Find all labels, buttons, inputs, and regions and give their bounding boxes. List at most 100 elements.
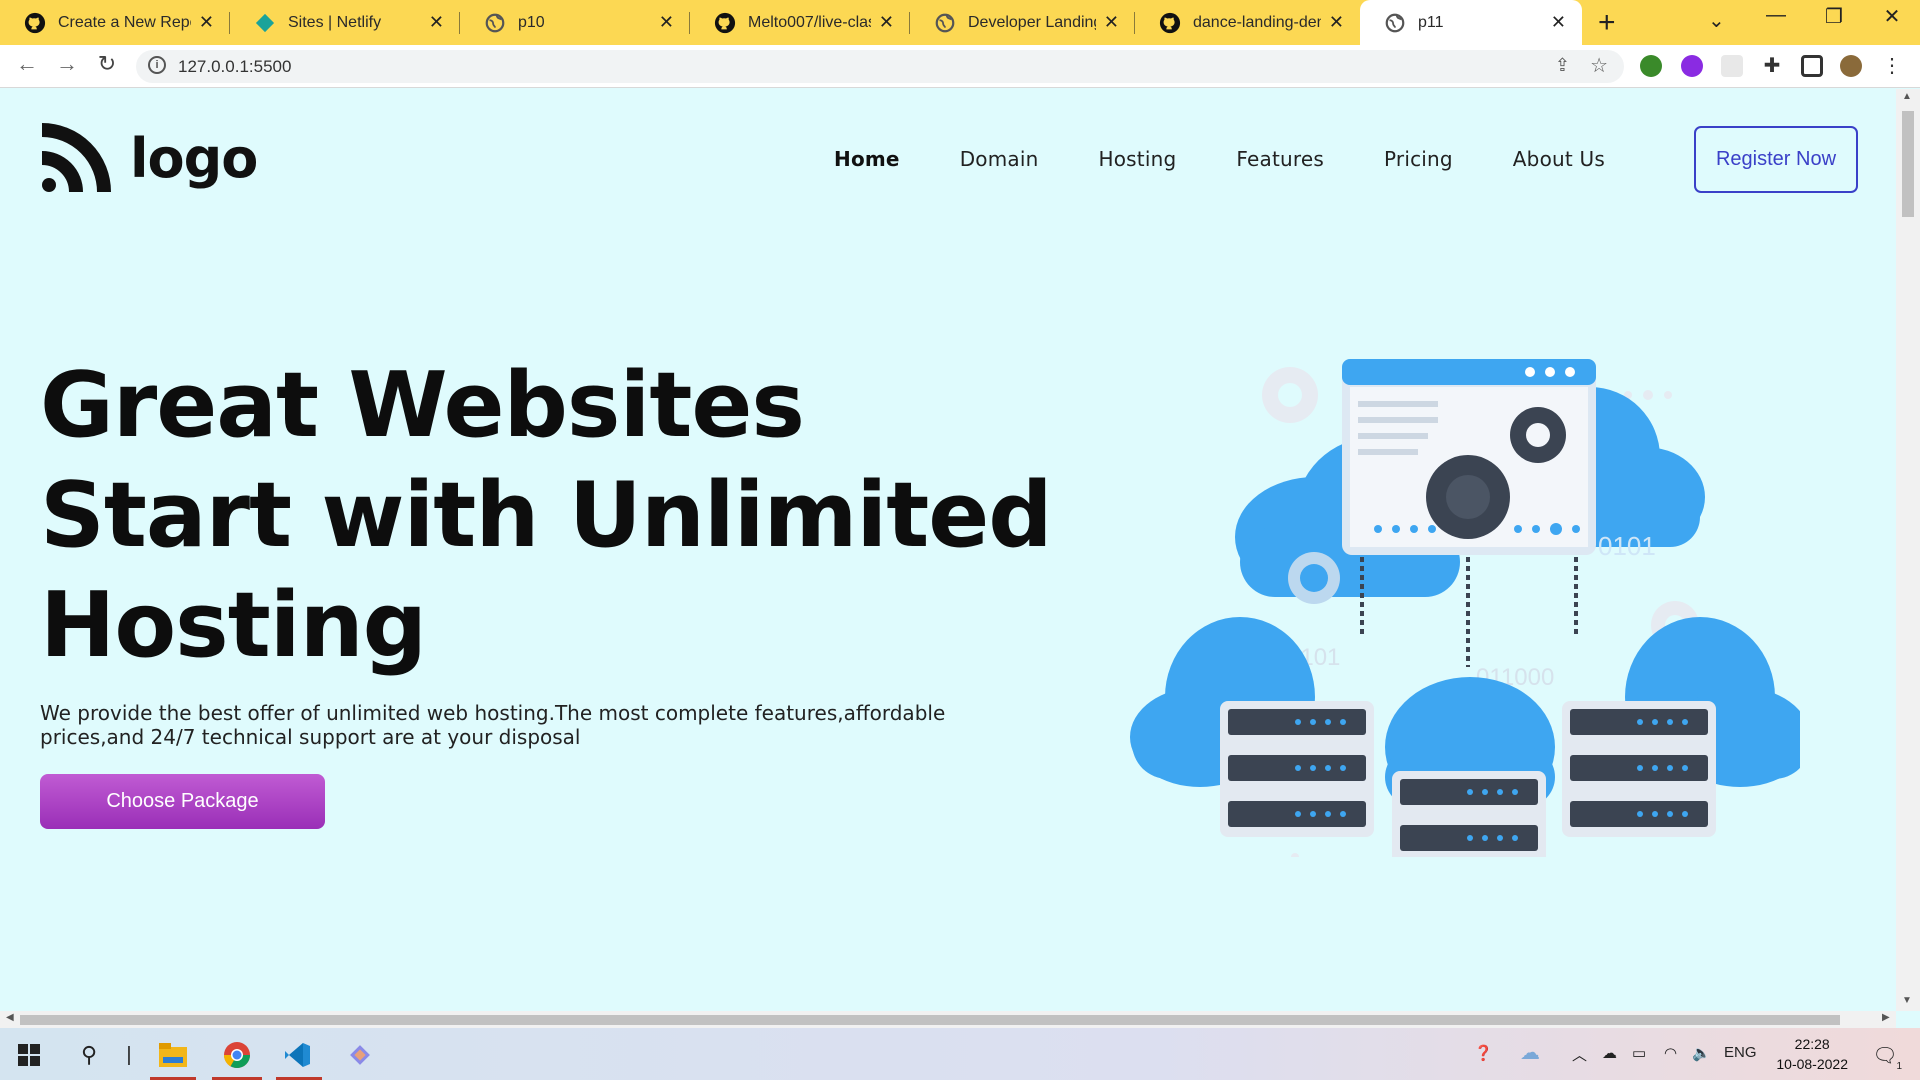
chrome-icon[interactable] bbox=[220, 1038, 254, 1072]
menu-kebab-icon[interactable]: ⋮ bbox=[1882, 55, 1904, 77]
main-nav: Home Domain Hosting Features Pricing Abo… bbox=[834, 147, 1665, 171]
nav-home[interactable]: Home bbox=[834, 147, 900, 171]
tab-developer-landing[interactable]: Developer Landing Pa ✕ bbox=[910, 0, 1135, 45]
puzzle-extensions-icon[interactable]: ✚ bbox=[1761, 55, 1783, 77]
reload-icon[interactable]: ↻ bbox=[92, 51, 122, 77]
hero-title-line: Great Websites bbox=[40, 353, 805, 458]
close-icon[interactable]: ✕ bbox=[199, 12, 214, 33]
volume-icon[interactable]: 🔈 bbox=[1692, 1044, 1711, 1062]
netlify-icon bbox=[255, 13, 275, 32]
horizontal-scrollbar[interactable]: ◀ ▶ bbox=[0, 1011, 1896, 1028]
tab-p11[interactable]: p11 ✕ bbox=[1360, 0, 1582, 45]
github-icon bbox=[1159, 12, 1181, 33]
scroll-left-icon[interactable]: ◀ bbox=[6, 1012, 14, 1023]
browser-window-graphic bbox=[1342, 359, 1596, 555]
info-icon[interactable]: i bbox=[148, 56, 166, 74]
minimize-icon[interactable]: — bbox=[1756, 4, 1796, 27]
weather-cloud-icon[interactable]: ☁ bbox=[1520, 1040, 1540, 1065]
logo-text: logo bbox=[130, 126, 258, 190]
hero-title-line: Hosting bbox=[40, 573, 427, 678]
tab-p10[interactable]: p10 ✕ bbox=[460, 0, 690, 45]
html-extension-icon[interactable] bbox=[1640, 55, 1662, 77]
scroll-right-icon[interactable]: ▶ bbox=[1882, 1012, 1890, 1023]
scrollbar-thumb[interactable] bbox=[1902, 111, 1914, 217]
globe-icon bbox=[485, 13, 505, 32]
onedrive-icon[interactable]: ☁ bbox=[1602, 1044, 1617, 1062]
chevron-down-icon[interactable]: ⌄ bbox=[1708, 8, 1725, 33]
close-icon[interactable]: ✕ bbox=[1551, 12, 1566, 33]
forward-icon[interactable]: → bbox=[52, 51, 82, 77]
close-icon[interactable]: ✕ bbox=[659, 12, 674, 33]
new-tab-icon[interactable]: + bbox=[1598, 6, 1616, 40]
close-icon[interactable]: ✕ bbox=[1104, 12, 1119, 33]
notification-count: 1 bbox=[1896, 1061, 1902, 1072]
site-logo[interactable]: logo bbox=[40, 122, 258, 194]
register-now-button[interactable]: Register Now bbox=[1694, 126, 1858, 193]
avatar[interactable] bbox=[1840, 55, 1862, 77]
close-icon[interactable]: ✕ bbox=[429, 12, 444, 33]
scroll-up-icon[interactable]: ▲ bbox=[1902, 91, 1912, 102]
url-text[interactable]: 127.0.0.1:5500 bbox=[178, 57, 291, 77]
color-extension-icon[interactable] bbox=[1681, 55, 1703, 77]
tab-dance-landing[interactable]: dance-landing-demo ✕ bbox=[1135, 0, 1360, 45]
nav-pricing[interactable]: Pricing bbox=[1384, 147, 1453, 171]
tab-create-repo[interactable]: Create a New Reposit ✕ bbox=[0, 0, 230, 45]
hosting-illustration: 0101 001011000101 011000 0010101 bbox=[1130, 359, 1800, 857]
server-rack-right bbox=[1562, 701, 1716, 837]
share-icon[interactable]: ⇪ bbox=[1555, 55, 1570, 76]
close-icon[interactable]: ✕ bbox=[1329, 12, 1344, 33]
chevron-up-icon[interactable]: ︿ bbox=[1572, 1044, 1587, 1065]
tab-live-class[interactable]: Melto007/live-class-p ✕ bbox=[690, 0, 910, 45]
hero-description: We provide the best offer of unlimited w… bbox=[40, 701, 946, 749]
restore-icon[interactable]: ❐ bbox=[1814, 4, 1854, 29]
task-view-icon[interactable]: | bbox=[112, 1038, 146, 1072]
scrollbar-thumb[interactable] bbox=[20, 1015, 1840, 1025]
tab-title: Create a New Reposit bbox=[58, 13, 191, 31]
tab-title: p11 bbox=[1418, 13, 1444, 31]
github-icon bbox=[24, 12, 46, 33]
file-explorer-icon[interactable] bbox=[156, 1038, 190, 1072]
nav-features[interactable]: Features bbox=[1236, 147, 1324, 171]
bookmark-star-icon[interactable]: ☆ bbox=[1590, 53, 1608, 78]
logo-icon bbox=[41, 123, 111, 193]
address-bar[interactable]: i 127.0.0.1:5500 ⇪ ☆ bbox=[136, 50, 1624, 83]
close-icon[interactable]: ✕ bbox=[879, 12, 894, 33]
system-clock[interactable]: 22:28 10-08-2022 bbox=[1776, 1034, 1848, 1074]
hero-title-line: Start with Unlimited bbox=[40, 463, 1053, 568]
notifications-icon[interactable]: 🗨 1 bbox=[1868, 1038, 1902, 1073]
github-icon bbox=[714, 12, 736, 33]
windows-start-icon[interactable] bbox=[12, 1038, 46, 1072]
tab-title: dance-landing-demo bbox=[1193, 13, 1321, 31]
hero-title: Great Websites Start with Unlimited Host… bbox=[40, 351, 1090, 681]
help-icon[interactable]: ❓ bbox=[1474, 1044, 1493, 1062]
gear-icon bbox=[1262, 367, 1318, 423]
nav-about-us[interactable]: About Us bbox=[1513, 147, 1605, 171]
vertical-scrollbar[interactable]: ▲ ▼ bbox=[1896, 89, 1920, 1011]
language-indicator[interactable]: ENG bbox=[1724, 1044, 1757, 1061]
back-icon[interactable]: ← bbox=[12, 51, 42, 77]
clock-time: 22:28 bbox=[1794, 1036, 1830, 1052]
taskbar: ⚲ | ❓ ☁ ︿ ☁ ▭ ◠ 🔈 ENG 22:28 10-08-2022 🗨… bbox=[0, 1028, 1920, 1080]
window-close-icon[interactable]: ✕ bbox=[1872, 4, 1912, 29]
choose-package-button[interactable]: Choose Package bbox=[40, 774, 325, 829]
address-row: ← → ↻ i 127.0.0.1:5500 ⇪ ☆ ✚ ⋮ bbox=[0, 45, 1920, 88]
binary-label: 0101 bbox=[1598, 531, 1656, 561]
side-panel-icon[interactable] bbox=[1801, 55, 1823, 77]
globe-icon bbox=[935, 13, 955, 32]
vscode-icon[interactable] bbox=[280, 1038, 314, 1072]
app-diamond-icon[interactable] bbox=[343, 1038, 377, 1072]
tab-bar: Create a New Reposit ✕ Sites | Netlify ✕… bbox=[0, 0, 1920, 45]
tab-netlify[interactable]: Sites | Netlify ✕ bbox=[230, 0, 460, 45]
nav-hosting[interactable]: Hosting bbox=[1099, 147, 1177, 171]
blank-extension-icon[interactable] bbox=[1721, 55, 1743, 77]
tab-title: Melto007/live-class-p bbox=[748, 13, 871, 31]
search-icon[interactable]: ⚲ bbox=[72, 1038, 106, 1072]
globe-icon bbox=[1385, 13, 1405, 32]
scroll-down-icon[interactable]: ▼ bbox=[1902, 995, 1912, 1006]
clock-date: 10-08-2022 bbox=[1776, 1056, 1848, 1072]
server-rack-left bbox=[1220, 701, 1374, 837]
page-viewport: logo Home Domain Hosting Features Pricin… bbox=[0, 89, 1896, 1011]
wifi-icon[interactable]: ◠ bbox=[1664, 1044, 1677, 1062]
battery-icon[interactable]: ▭ bbox=[1632, 1044, 1646, 1062]
nav-domain[interactable]: Domain bbox=[960, 147, 1039, 171]
